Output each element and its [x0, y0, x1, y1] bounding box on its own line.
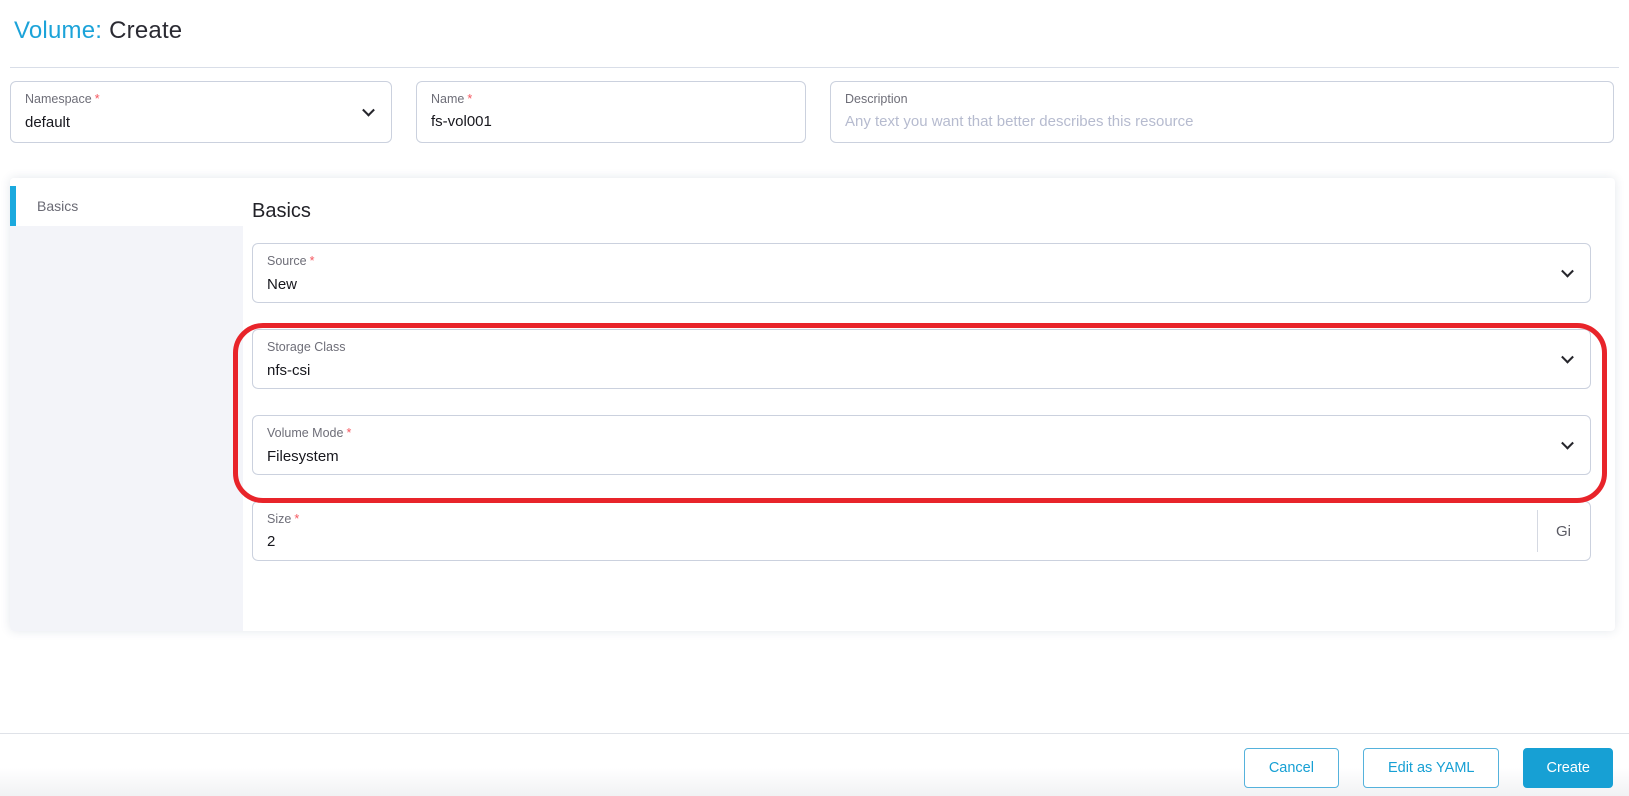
size-unit-wrap: Gi	[1537, 502, 1590, 560]
page-title-action: Create	[109, 17, 183, 44]
description-input[interactable]	[845, 112, 1599, 130]
footer-action-bar: Cancel Edit as YAML Create	[0, 733, 1629, 796]
storage-class-value: nfs-csi	[267, 361, 311, 379]
volume-mode-label: Volume Mode *	[267, 426, 352, 440]
required-asterisk: *	[309, 254, 315, 268]
tabs-sidebar: Basics	[10, 178, 243, 631]
namespace-label: Namespace *	[25, 92, 100, 106]
namespace-value: default	[25, 113, 71, 131]
basics-panel: Basics Source * New Storage Class nfs-csi…	[233, 178, 1615, 631]
section-heading: Basics	[252, 200, 311, 222]
description-label: Description	[845, 92, 908, 106]
name-label: Name *	[431, 92, 473, 106]
sidebar-tab-basics-label: Basics	[37, 198, 79, 214]
page-title-resource: Volume:	[14, 17, 103, 44]
create-button[interactable]: Create	[1523, 748, 1613, 788]
resource-form-card: Basics Basics Source * New Storage Class …	[10, 178, 1615, 631]
size-input[interactable]	[267, 532, 1516, 550]
volume-mode-select[interactable]: Volume Mode * Filesystem	[252, 415, 1591, 475]
required-asterisk: *	[94, 92, 100, 106]
source-label: Source *	[267, 254, 315, 268]
sidebar-background	[10, 226, 243, 631]
description-field-container: Description	[830, 81, 1614, 143]
required-asterisk: *	[467, 92, 473, 106]
source-select[interactable]: Source * New	[252, 243, 1591, 303]
source-value: New	[267, 275, 298, 293]
namespace-select[interactable]: Namespace * default	[10, 81, 392, 143]
name-input[interactable]	[431, 112, 791, 130]
size-unit-suffix: Gi	[1556, 522, 1571, 540]
storage-class-select[interactable]: Storage Class nfs-csi	[252, 329, 1591, 389]
sidebar-tab-basics[interactable]: Basics	[10, 186, 243, 226]
required-asterisk: *	[346, 426, 352, 440]
size-unit-divider	[1537, 510, 1538, 552]
page-title: Volume: Create	[14, 17, 1629, 45]
edit-as-yaml-button[interactable]: Edit as YAML	[1362, 748, 1500, 788]
required-asterisk: *	[294, 512, 300, 526]
page-header: Volume: Create	[0, 0, 1629, 45]
storage-class-label: Storage Class	[267, 340, 346, 354]
volume-mode-value: Filesystem	[267, 447, 339, 465]
size-label: Size *	[267, 512, 300, 526]
size-field-container: Size* Gi	[252, 501, 1591, 561]
top-form-row: Namespace* default Name* Description	[10, 81, 1614, 143]
header-divider	[10, 67, 1619, 68]
name-field-container: Name *	[416, 81, 806, 143]
cancel-button[interactable]: Cancel	[1243, 748, 1339, 788]
